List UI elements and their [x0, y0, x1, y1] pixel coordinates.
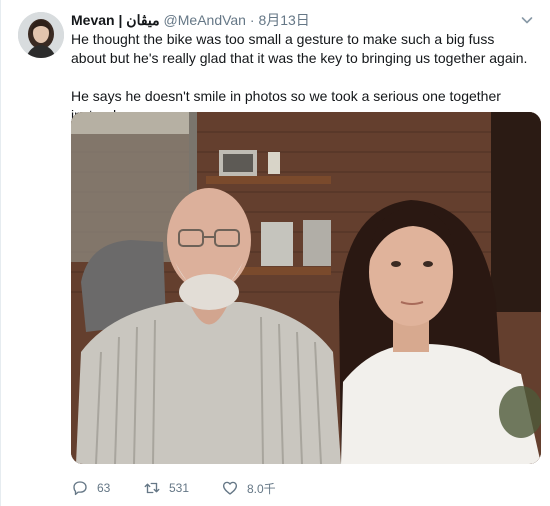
user-handle[interactable]: @MeAndVan	[164, 12, 246, 28]
avatar[interactable]	[18, 12, 64, 58]
tweet-header: Mevan | میڤان @MeAndVan · 8月13日	[71, 11, 310, 29]
display-name[interactable]: Mevan	[71, 12, 115, 28]
retweet-count: 531	[169, 481, 190, 495]
reply-button[interactable]: 63	[71, 478, 110, 498]
tweet-actions: 63 531 8.0千	[71, 478, 531, 498]
display-name-alt[interactable]: میڤان	[126, 12, 159, 28]
like-count: 8.0千	[247, 481, 276, 496]
retweet-icon	[144, 482, 160, 494]
reply-icon	[73, 481, 87, 496]
tweet-photo[interactable]	[71, 112, 541, 464]
retweet-button[interactable]: 531	[143, 478, 189, 498]
tweet: Mevan | میڤان @MeAndVan · 8月13日 He thoug…	[0, 0, 550, 506]
tweet-paragraph: He thought the bike was too small a gest…	[71, 31, 528, 66]
date-separator: ·	[249, 12, 255, 28]
like-button[interactable]: 8.0千	[221, 478, 276, 498]
tweet-date[interactable]: 8月13日	[258, 12, 309, 28]
name-separator: |	[118, 12, 123, 28]
heart-icon	[222, 481, 238, 495]
tweet-text: He thought the bike was too small a gest…	[71, 30, 533, 125]
chevron-down-icon[interactable]	[519, 12, 535, 28]
reply-count: 63	[97, 481, 111, 495]
